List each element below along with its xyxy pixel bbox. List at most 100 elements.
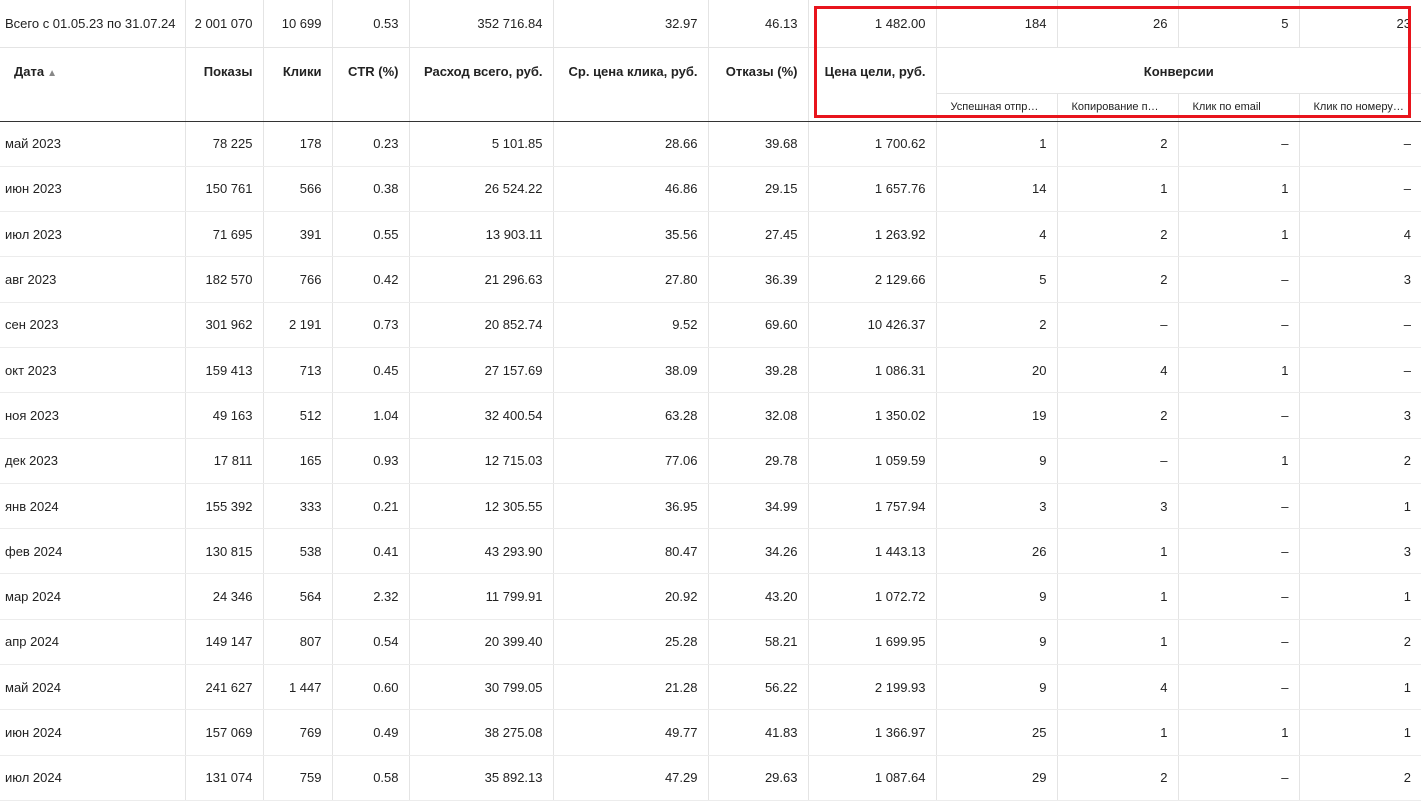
table-cell: 2 [1057,392,1179,439]
table-cell: 26 [936,528,1058,575]
table-cell: 0.49 [332,709,410,756]
table-cell: 1 [1178,211,1300,258]
column-header-avg-cpc[interactable]: Ср. цена клика, руб. [553,47,709,122]
table-cell: 150 761 [185,166,264,213]
table-row[interactable]: июн 2024 157 069 769 0.49 38 275.08 49.77 41.8… [0,709,1421,756]
column-header-goal-cost[interactable]: Цена цели, руб. [808,47,937,122]
table-cell: – [1178,392,1300,439]
table-row[interactable]: окт 2023 159 413 713 0.45 27 157.69 38.09 39.2… [0,347,1421,394]
column-header-click-phone[interactable]: Клик по номеру… [1299,93,1421,122]
table-row[interactable]: июл 2023 71 695 391 0.55 13 903.11 35.56 27.45… [0,211,1421,258]
column-header-bounces[interactable]: Отказы (%) [708,47,809,122]
table-row[interactable]: авг 2023 182 570 766 0.42 21 296.63 27.80 36.3… [0,256,1421,303]
row-date: июн 2024 [0,709,186,756]
row-date: июл 2023 [0,211,186,258]
table-row[interactable]: май 2023 78 225 178 0.23 5 101.85 28.66 39.68 1… [0,121,1421,167]
table-row[interactable]: апр 2024 149 147 807 0.54 20 399.40 25.28 58.2… [0,619,1421,666]
table-cell: 9 [936,619,1058,666]
table-cell: 159 413 [185,347,264,394]
table-cell: 47.29 [553,755,709,801]
table-row[interactable]: июн 2023 150 761 566 0.38 26 524.22 46.86 29.1… [0,166,1421,213]
column-header-copy-phone[interactable]: Копирование п… [1057,93,1179,122]
table-cell: – [1178,256,1300,303]
table-cell: 29.15 [708,166,809,213]
table-cell: 24 346 [185,573,264,620]
sort-ascending-icon[interactable]: ▲ [47,68,57,79]
table-cell: 1 447 [263,664,333,711]
table-cell: 21 296.63 [409,256,554,303]
table-row[interactable]: дек 2023 17 811 165 0.93 12 715.03 77.06 29.78… [0,438,1421,484]
table-cell: 769 [263,709,333,756]
row-date: авг 2023 [0,256,186,303]
column-header-click-email[interactable]: Клик по email [1178,93,1300,122]
table-cell: 2 [1057,256,1179,303]
table-cell: – [1057,302,1179,348]
table-cell: 2 [1299,438,1421,484]
column-header-clicks[interactable]: Клики [263,47,333,122]
table-cell: 807 [263,619,333,666]
column-header-successful-submit[interactable]: Успешная отпр… [936,93,1058,122]
table-cell: 12 305.55 [409,483,554,530]
table-cell: 1 [936,121,1058,167]
column-header-ctr[interactable]: CTR (%) [332,47,410,122]
table-cell: 538 [263,528,333,575]
table-cell: 566 [263,166,333,213]
table-cell: 9 [936,438,1058,484]
total-value: 2 001 070 [185,0,264,48]
table-cell: 69.60 [708,302,809,348]
table-cell: 38 275.08 [409,709,554,756]
column-header-date[interactable]: Дата ▲ [0,47,186,122]
table-row[interactable]: июл 2024 131 074 759 0.58 35 892.13 47.29 29.6… [0,755,1421,801]
table-cell: 36.95 [553,483,709,530]
table-cell: – [1178,483,1300,530]
table-cell: 36.39 [708,256,809,303]
table-cell: 19 [936,392,1058,439]
table-row[interactable]: фев 2024 130 815 538 0.41 43 293.90 80.47 34.2… [0,528,1421,575]
table-cell: 39.68 [708,121,809,167]
table-cell: 0.23 [332,121,410,167]
table-cell: 1 [1299,483,1421,530]
table-cell: 512 [263,392,333,439]
table-cell: 21.28 [553,664,709,711]
row-date: июл 2024 [0,755,186,801]
table-cell: 131 074 [185,755,264,801]
row-date: фев 2024 [0,528,186,575]
table-cell: 2 199.93 [808,664,937,711]
table-row[interactable]: мар 2024 24 346 564 2.32 11 799.91 20.92 43.20… [0,573,1421,620]
table-cell: 713 [263,347,333,394]
total-value: 1 482.00 [808,0,937,48]
row-date: мар 2024 [0,573,186,620]
table-cell: 41.83 [708,709,809,756]
table-cell: 1 072.72 [808,573,937,620]
table-cell: 155 392 [185,483,264,530]
table-cell: 77.06 [553,438,709,484]
row-date: июн 2023 [0,166,186,213]
column-header-spend[interactable]: Расход всего, руб. [409,47,554,122]
table-cell: – [1178,755,1300,801]
table-cell: 39.28 [708,347,809,394]
table-cell: 46.86 [553,166,709,213]
table-cell: 30 799.05 [409,664,554,711]
table-row[interactable]: ноя 2023 49 163 512 1.04 32 400.54 63.28 32.08… [0,392,1421,439]
table-cell: 34.99 [708,483,809,530]
table-row[interactable]: май 2024 241 627 1 447 0.60 30 799.05 21.28 56… [0,664,1421,711]
table-cell: 1 [1057,709,1179,756]
table-cell: 20 [936,347,1058,394]
table-cell: 0.73 [332,302,410,348]
table-cell: 10 426.37 [808,302,937,348]
table-cell: 1 263.92 [808,211,937,258]
table-row[interactable]: сен 2023 301 962 2 191 0.73 20 852.74 9.52 69.… [0,302,1421,348]
table-cell: 0.21 [332,483,410,530]
report-table: Всего с 01.05.23 по 31.07.24 2 001 070 10… [0,0,1421,801]
total-value: 46.13 [708,0,809,48]
table-cell: 0.54 [332,619,410,666]
column-header-impressions[interactable]: Показы [185,47,264,122]
table-cell: 17 811 [185,438,264,484]
table-cell: 14 [936,166,1058,213]
table-cell: 49 163 [185,392,264,439]
table-body: май 2023 78 225 178 0.23 5 101.85 28.66 39.68 1… [0,121,1421,801]
table-row[interactable]: янв 2024 155 392 333 0.21 12 305.55 36.95 34.9… [0,483,1421,530]
table-cell: 9.52 [553,302,709,348]
table-cell: 38.09 [553,347,709,394]
table-cell: 157 069 [185,709,264,756]
